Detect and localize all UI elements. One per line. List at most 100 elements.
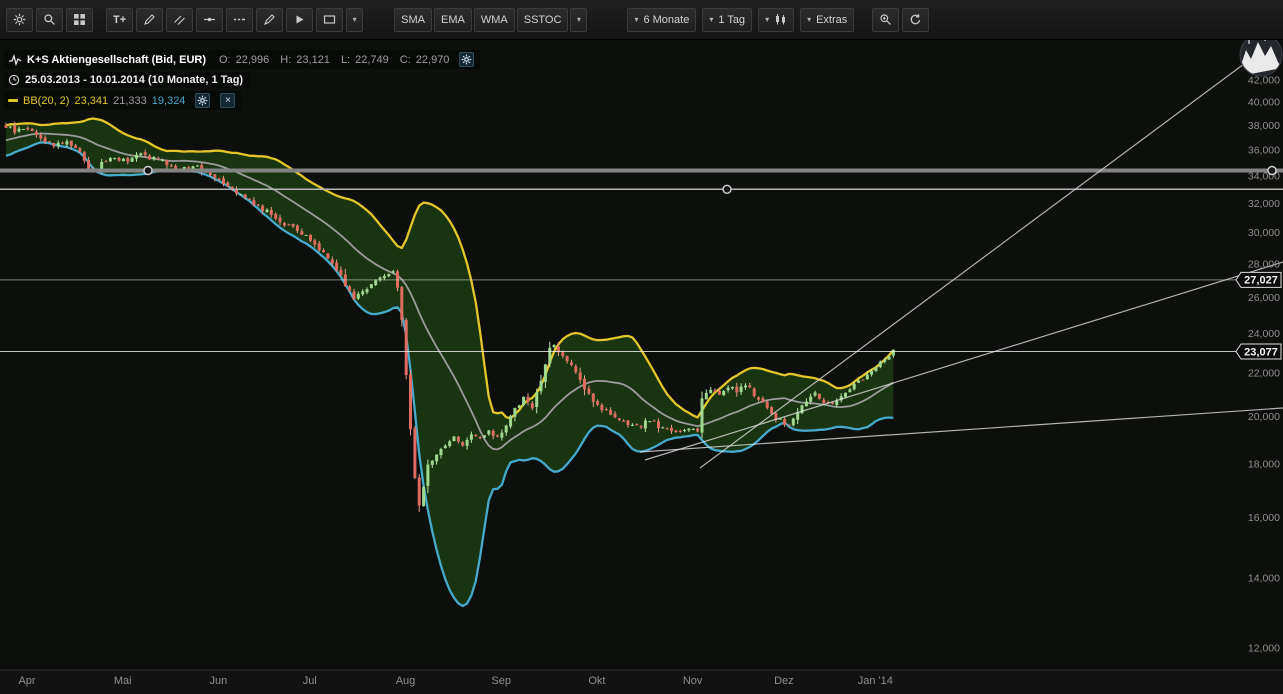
svg-text:Jul: Jul — [303, 675, 317, 687]
open-label: O: — [219, 53, 231, 66]
line-drag-handle[interactable] — [143, 165, 153, 176]
grid-icon — [74, 14, 85, 25]
date-range-row: 25.03.2013 - 10.01.2014 (10 Monate, 1 Ta… — [4, 72, 250, 88]
brush-tool-button[interactable] — [256, 7, 284, 32]
line-drag-handle[interactable] — [722, 184, 732, 195]
time-axis[interactable] — [0, 670, 1283, 694]
extras-dropdown[interactable]: ▾ Extras — [800, 7, 855, 32]
candlestick-icon — [776, 14, 786, 25]
date-range-value: 25.03.2013 - 10.01.2014 (10 Monate, 1 Ta… — [25, 74, 244, 86]
svg-text:14,000: 14,000 — [1248, 573, 1280, 585]
chevron-down-icon: ▾ — [352, 14, 357, 24]
platform-logo — [1239, 40, 1283, 77]
bb-settings-button[interactable] — [195, 93, 211, 108]
channel-tool-button[interactable] — [166, 7, 194, 32]
channel-icon — [174, 15, 186, 25]
chart-toolbar: T+ ▾ SMA EMA WMA SSTOC ▾ ▾ 6 Monate ▾ 1 … — [0, 0, 1283, 40]
svg-text:Sep: Sep — [491, 675, 511, 687]
svg-text:Jan '14: Jan '14 — [858, 675, 893, 687]
indicator-row: BB(20, 2) 23,341 21,333 19,324 × — [4, 91, 242, 110]
horizontal-line-icon — [204, 17, 216, 22]
toolbar-group-dropdowns: ▾ 6 Monate ▾ 1 Tag ▾ ▾ Extras — [627, 7, 855, 32]
bb-color-swatch — [8, 99, 18, 102]
undo-button[interactable] — [902, 7, 930, 32]
svg-text:Aug: Aug — [396, 675, 416, 687]
interval-value: 1 Tag — [718, 13, 746, 26]
line-drag-handle[interactable] — [1267, 165, 1277, 176]
svg-text:Jun: Jun — [210, 675, 228, 687]
price-chart[interactable]: 42,00040,00038,00036,00034,00032,00030,0… — [0, 40, 1283, 694]
sma-button[interactable]: SMA — [394, 7, 432, 32]
ema-label: EMA — [441, 13, 465, 26]
svg-text:12,000: 12,000 — [1248, 643, 1280, 655]
sstoc-button[interactable]: SSTOC — [516, 7, 569, 32]
pencil-icon — [144, 14, 155, 25]
shape-tool-caret[interactable]: ▾ — [346, 7, 364, 32]
sstoc-label: SSTOC — [523, 13, 562, 26]
timeframe-dropdown[interactable]: ▾ 6 Monate — [627, 7, 697, 32]
settings-button[interactable] — [6, 7, 33, 32]
layout-grid-button[interactable] — [66, 7, 93, 32]
svg-text:28,000: 28,000 — [1248, 258, 1280, 270]
svg-text:20,000: 20,000 — [1248, 411, 1280, 423]
close-value: 22,970 — [415, 53, 450, 66]
high-label: H: — [280, 53, 292, 66]
svg-text:Dez: Dez — [774, 675, 794, 687]
dashed-line-tool-button[interactable] — [226, 7, 254, 32]
brush-icon — [264, 14, 275, 26]
trading-app-window: T+ ▾ SMA EMA WMA SSTOC ▾ ▾ 6 Monate ▾ 1 … — [0, 0, 1283, 694]
bb-name: BB(20, 2) — [23, 94, 70, 107]
close-label: C: — [399, 53, 411, 66]
price-tag[interactable]: 23,077 — [1235, 343, 1282, 360]
svg-text:Nov: Nov — [683, 675, 703, 687]
bb-middle-value: 21,333 — [113, 94, 147, 107]
low-value: 22,749 — [355, 53, 389, 66]
shape-tool-button[interactable] — [316, 7, 344, 32]
instrument-settings-button[interactable] — [459, 52, 475, 67]
search-button[interactable] — [36, 7, 63, 32]
zoom-in-button[interactable] — [872, 7, 900, 32]
indicator-caret[interactable]: ▾ — [570, 7, 588, 32]
instrument-row: K+S Aktiengesellschaft (Bid, EUR) O: 22,9… — [4, 50, 481, 69]
arrow-tool-button[interactable] — [286, 7, 314, 32]
bb-remove-button[interactable]: × — [220, 93, 236, 108]
svg-text:Apr: Apr — [18, 675, 35, 687]
wma-label: WMA — [480, 13, 508, 26]
text-tool-button[interactable]: T+ — [106, 7, 134, 32]
interval-dropdown[interactable]: ▾ 1 Tag — [702, 7, 753, 32]
svg-text:38,000: 38,000 — [1248, 120, 1280, 132]
toolbar-group-main — [6, 7, 93, 32]
gear-icon — [198, 95, 208, 106]
chevron-down-icon: ▾ — [634, 14, 639, 24]
chevron-down-icon: ▾ — [765, 14, 770, 24]
dashed-line-icon — [234, 18, 246, 21]
svg-text:30,000: 30,000 — [1248, 227, 1280, 239]
gear-icon — [462, 54, 472, 65]
svg-text:24,000: 24,000 — [1248, 328, 1280, 340]
svg-text:22,000: 22,000 — [1248, 368, 1280, 380]
timeframe-value: 6 Monate — [643, 13, 690, 26]
zoom-in-icon — [880, 14, 892, 25]
svg-text:16,000: 16,000 — [1248, 512, 1280, 524]
svg-text:Okt: Okt — [588, 675, 605, 687]
extras-value: Extras — [816, 13, 848, 26]
wma-button[interactable]: WMA — [473, 7, 515, 32]
price-tag[interactable]: 27,027 — [1235, 271, 1282, 288]
sma-label: SMA — [401, 13, 425, 26]
search-icon — [44, 14, 55, 25]
play-arrow-icon — [296, 15, 304, 24]
svg-text:26,000: 26,000 — [1248, 292, 1280, 304]
chart-type-dropdown[interactable]: ▾ — [758, 7, 795, 32]
svg-text:36,000: 36,000 — [1248, 144, 1280, 156]
horizontal-line-tool-button[interactable] — [196, 7, 224, 32]
gear-icon — [13, 13, 26, 26]
ema-button[interactable]: EMA — [434, 7, 472, 32]
pencil-tool-button[interactable] — [136, 7, 164, 32]
open-value: 22,996 — [235, 53, 270, 66]
svg-text:23,077: 23,077 — [1244, 346, 1278, 358]
bb-lower-value: 19,324 — [151, 94, 186, 107]
chart-legend: K+S Aktiengesellschaft (Bid, EUR) O: 22,9… — [4, 50, 481, 113]
toolbar-group-zoom — [872, 7, 930, 32]
text-tool-label: T+ — [113, 13, 127, 26]
pulse-icon — [9, 53, 22, 66]
